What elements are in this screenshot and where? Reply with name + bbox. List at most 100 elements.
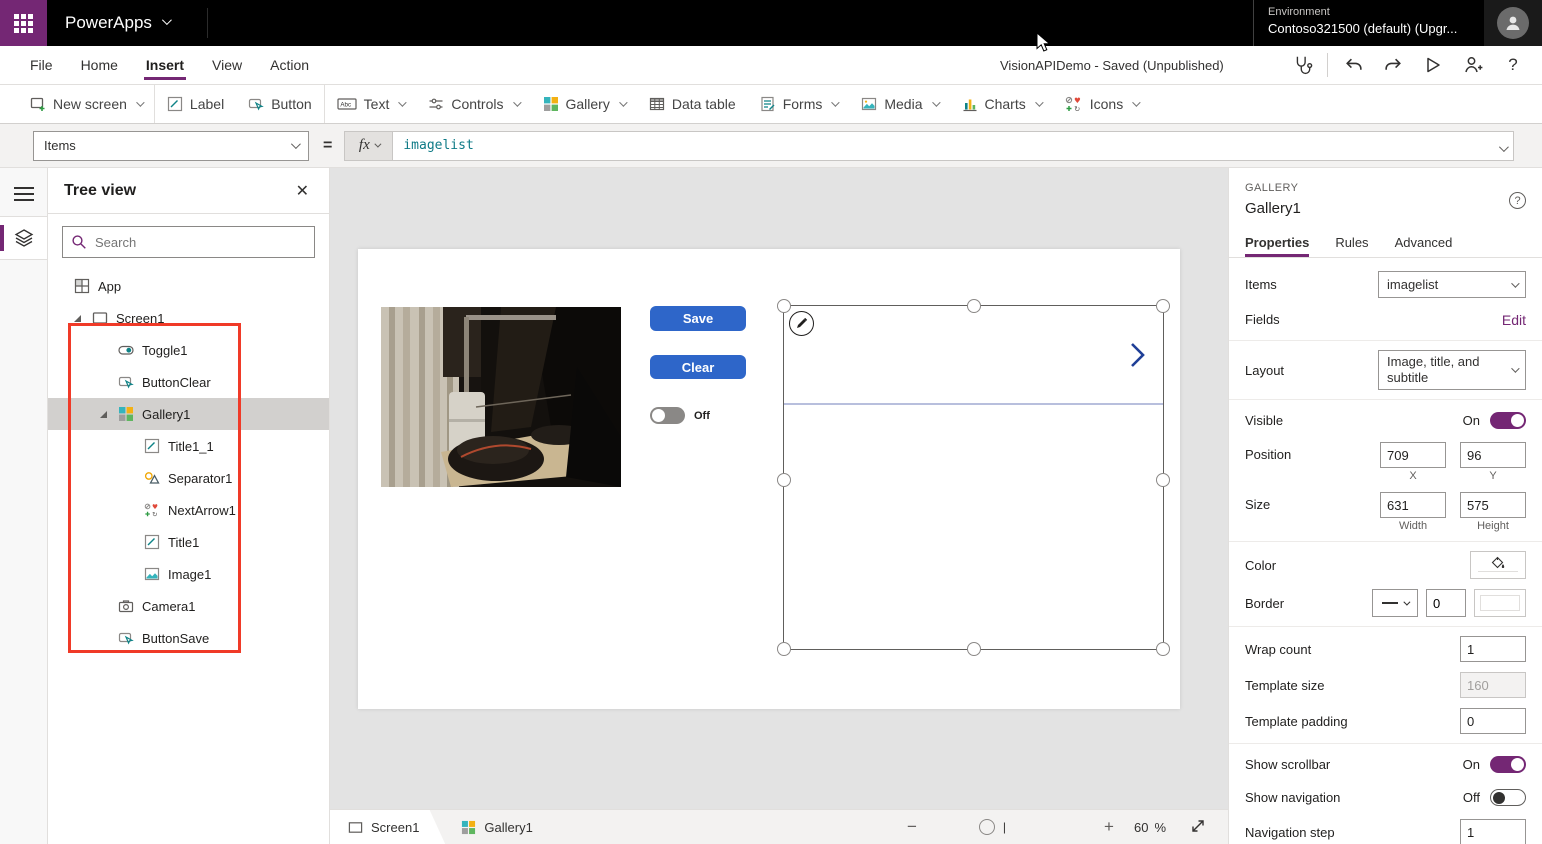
- menu-insert[interactable]: Insert: [143, 46, 187, 84]
- tree-item-nextarrow1[interactable]: ♥ ↻ NextArrow1: [48, 494, 329, 526]
- layout-dropdown[interactable]: Image, title, and subtitle: [1378, 350, 1526, 390]
- tree-view-header: Tree view ✕: [48, 168, 329, 214]
- screen-artboard[interactable]: Save Clear Off: [358, 249, 1180, 709]
- ribbon-new-screen[interactable]: New screen: [18, 85, 154, 123]
- help-icon[interactable]: ?: [1509, 192, 1526, 209]
- tab-rules[interactable]: Rules: [1335, 229, 1368, 257]
- formula-expand-button[interactable]: [1498, 140, 1509, 155]
- redo-button[interactable]: [1378, 50, 1408, 80]
- app-name-menu[interactable]: PowerApps: [65, 13, 172, 33]
- position-x-input[interactable]: [1380, 442, 1446, 468]
- save-button[interactable]: Save: [650, 306, 746, 331]
- zoom-in-button[interactable]: +: [1098, 817, 1120, 837]
- ribbon-controls[interactable]: Controls: [416, 85, 530, 123]
- section-divider: [1229, 340, 1542, 341]
- size-width-input[interactable]: [1380, 492, 1446, 518]
- gallery-next-arrow[interactable]: [1125, 340, 1149, 373]
- tree-item-title1-1[interactable]: Title1_1: [48, 430, 329, 462]
- fx-selector[interactable]: fx: [344, 130, 393, 161]
- rail-tree-view-button[interactable]: [0, 216, 47, 260]
- formula-input[interactable]: imagelist: [392, 130, 1514, 161]
- breadcrumb-gallery1[interactable]: Gallery1: [461, 820, 533, 835]
- chevron-down-icon: [831, 98, 841, 107]
- resize-handle-n[interactable]: [967, 299, 981, 313]
- help-button[interactable]: ?: [1498, 50, 1528, 80]
- wrap-count-input[interactable]: [1460, 636, 1526, 662]
- tree-item-camera1[interactable]: Camera1: [48, 590, 329, 622]
- gallery1-control[interactable]: [777, 299, 1170, 656]
- label-icon: [167, 96, 183, 112]
- size-height-input[interactable]: [1460, 492, 1526, 518]
- tree-item-app[interactable]: App: [48, 270, 329, 302]
- ribbon-button[interactable]: Button: [236, 85, 323, 123]
- breadcrumb-screen1[interactable]: Screen1: [330, 810, 445, 844]
- ribbon-charts[interactable]: Charts: [950, 85, 1053, 123]
- ribbon-text[interactable]: Abc Text: [325, 85, 417, 123]
- menu-view[interactable]: View: [210, 46, 244, 84]
- search-input[interactable]: [95, 234, 306, 250]
- share-button[interactable]: [1458, 50, 1488, 80]
- canvas-toggle[interactable]: Off: [650, 407, 710, 424]
- ribbon-data-table[interactable]: Data table: [637, 85, 748, 123]
- navigation-step-input[interactable]: [1460, 819, 1526, 844]
- undo-button[interactable]: [1338, 50, 1368, 80]
- shapes-icon: [144, 472, 160, 484]
- tree-item-title1[interactable]: Title1: [48, 526, 329, 558]
- gallery-edit-button[interactable]: [789, 311, 814, 336]
- items-dropdown[interactable]: imagelist: [1378, 271, 1526, 298]
- fields-edit-link[interactable]: Edit: [1502, 312, 1526, 328]
- account-button[interactable]: [1484, 0, 1542, 46]
- captured-photo[interactable]: [381, 307, 621, 487]
- resize-handle-ne[interactable]: [1156, 299, 1170, 313]
- waffle-menu-button[interactable]: [0, 0, 47, 46]
- show-navigation-toggle[interactable]: Off: [1463, 789, 1526, 806]
- border-style-dropdown[interactable]: [1372, 589, 1418, 617]
- resize-handle-s[interactable]: [967, 642, 981, 656]
- resize-handle-e[interactable]: [1156, 473, 1170, 487]
- expanded-caret-icon[interactable]: [74, 314, 81, 322]
- clear-button[interactable]: Clear: [650, 355, 746, 379]
- ribbon-media[interactable]: Media: [849, 85, 949, 123]
- property-selector[interactable]: Items: [33, 130, 309, 161]
- fit-to-window-button[interactable]: [1190, 818, 1206, 837]
- preview-button[interactable]: [1418, 50, 1448, 80]
- ribbon-gallery[interactable]: Gallery: [531, 85, 637, 123]
- tab-properties[interactable]: Properties: [1245, 229, 1310, 257]
- tree-item-screen1[interactable]: Screen1: [48, 302, 329, 334]
- media-icon: [862, 97, 877, 111]
- template-padding-input[interactable]: [1460, 708, 1526, 734]
- tree-item-image1[interactable]: Image1: [48, 558, 329, 590]
- tree-item-buttonsave[interactable]: ButtonSave: [48, 622, 329, 654]
- zoom-out-button[interactable]: −: [901, 817, 923, 837]
- visible-toggle[interactable]: On: [1463, 412, 1526, 429]
- collapse-panel-button[interactable]: [0, 172, 47, 216]
- color-picker-button[interactable]: [1470, 551, 1526, 579]
- show-scrollbar-toggle[interactable]: On: [1463, 756, 1526, 773]
- resize-handle-w[interactable]: [777, 473, 791, 487]
- tree-item-gallery1[interactable]: Gallery1: [48, 398, 329, 430]
- environment-picker[interactable]: Environment Contoso321500 (default) (Upg…: [1268, 6, 1457, 36]
- charts-icon: [963, 99, 976, 112]
- ribbon-label[interactable]: Label: [155, 85, 236, 123]
- tree-item-buttonclear[interactable]: ButtonClear: [48, 366, 329, 398]
- menu-action[interactable]: Action: [268, 46, 311, 84]
- resize-handle-sw[interactable]: [777, 642, 791, 656]
- resize-handle-se[interactable]: [1156, 642, 1170, 656]
- border-width-input[interactable]: [1426, 589, 1466, 617]
- menu-home[interactable]: Home: [79, 46, 120, 84]
- ribbon-forms[interactable]: Forms: [748, 85, 850, 123]
- menu-file[interactable]: File: [28, 46, 55, 84]
- zoom-slider-knob[interactable]: [978, 819, 995, 835]
- position-y-input[interactable]: [1460, 442, 1526, 468]
- border-color-swatch[interactable]: [1474, 589, 1526, 617]
- insert-ribbon: New screen Label Button Abc Text Control…: [0, 85, 1542, 124]
- tab-advanced[interactable]: Advanced: [1395, 229, 1453, 257]
- tree-item-separator1[interactable]: Separator1: [48, 462, 329, 494]
- close-icon[interactable]: ✕: [292, 177, 313, 205]
- tree-search[interactable]: [62, 226, 315, 258]
- tree-item-toggle1[interactable]: Toggle1: [48, 334, 329, 366]
- resize-handle-nw[interactable]: [777, 299, 791, 313]
- expanded-caret-icon[interactable]: [100, 410, 107, 418]
- ribbon-icons[interactable]: ♥ ↻ Icons: [1053, 85, 1150, 123]
- app-checker-button[interactable]: [1287, 50, 1317, 80]
